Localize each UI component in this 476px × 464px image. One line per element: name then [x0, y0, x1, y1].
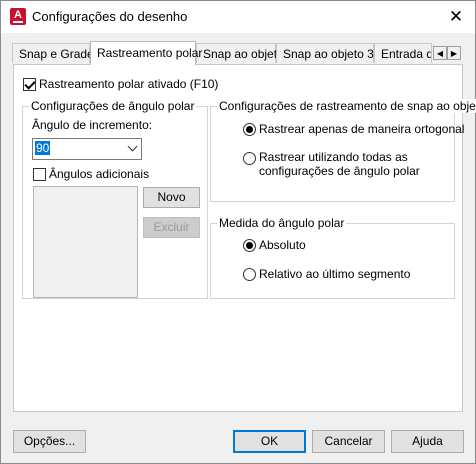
polar-tracking-checkbox[interactable] [23, 78, 36, 91]
cancel-button[interactable]: Cancelar [312, 430, 385, 453]
tab-snap-ao-objeto[interactable]: Snap ao objeto [196, 43, 284, 63]
relative-last-segment-label: Relativo ao último segmento [259, 267, 411, 281]
absolute-radio[interactable] [243, 239, 256, 252]
close-icon[interactable]: ✕ [446, 7, 466, 27]
additional-angles-list[interactable] [33, 186, 138, 298]
tab-snap-e-grade[interactable]: Snap e Grade [12, 43, 94, 63]
polar-angle-measurement-title: Medida do ângulo polar [217, 216, 347, 230]
relative-last-segment-radio[interactable] [243, 268, 256, 281]
track-orthogonal-label: Rastrear apenas de maneira ortogonal [259, 122, 465, 136]
dialog-window: A Configurações do desenho ✕ Snap e Grad… [0, 0, 476, 464]
increment-angle-value: 90 [35, 141, 51, 155]
absolute-label: Absoluto [259, 238, 306, 252]
title-bar: A Configurações do desenho ✕ [1, 1, 475, 33]
track-orthogonal-radio[interactable] [243, 123, 256, 136]
additional-angles-checkbox[interactable] [33, 168, 46, 181]
snap-tracking-settings-group: Configurações de rastreamento de snap ao… [210, 99, 476, 202]
window-title: Configurações do desenho [32, 9, 188, 24]
options-button[interactable]: Opções... [13, 430, 86, 453]
ok-button[interactable]: OK [233, 430, 306, 453]
new-angle-button[interactable]: Novo [143, 187, 200, 208]
polar-angle-settings-title: Configurações de ângulo polar [29, 99, 197, 113]
delete-angle-button[interactable]: Excluir [143, 217, 200, 238]
increment-angle-label: Ângulo de incremento: [32, 118, 153, 132]
increment-angle-select[interactable]: 90 [32, 138, 142, 160]
chevron-down-icon [127, 141, 138, 152]
tab-scroll-right-icon[interactable]: ▶ [447, 46, 461, 60]
track-all-polar-label: Rastrear utilizando todas as configuraçõ… [259, 150, 420, 178]
tab-scroll-left-icon[interactable]: ◀ [433, 46, 447, 60]
app-icon-letter: A [14, 9, 22, 21]
polar-angle-settings-group: Configurações de ângulo polar Ângulo de … [22, 99, 208, 299]
help-button[interactable]: Ajuda [391, 430, 464, 453]
autocad-app-icon: A [10, 8, 26, 25]
tab-rastreamento-polar[interactable]: Rastreamento polar [90, 41, 202, 65]
snap-tracking-settings-title: Configurações de rastreamento de snap ao… [217, 99, 476, 113]
tab-snap-ao-objeto-3d[interactable]: Snap ao objeto 3D [276, 43, 382, 63]
track-all-polar-radio[interactable] [243, 152, 256, 165]
polar-angle-measurement-group: Medida do ângulo polar Absoluto Relativo… [210, 216, 455, 299]
additional-angles-label: Ângulos adicionais [49, 167, 150, 181]
polar-tracking-label: Rastreamento polar ativado (F10) [39, 77, 219, 91]
tab-entrada-dinamica[interactable]: Entrada din [374, 43, 432, 63]
tab-panel: Rastreamento polar ativado (F10) Configu… [13, 64, 476, 412]
